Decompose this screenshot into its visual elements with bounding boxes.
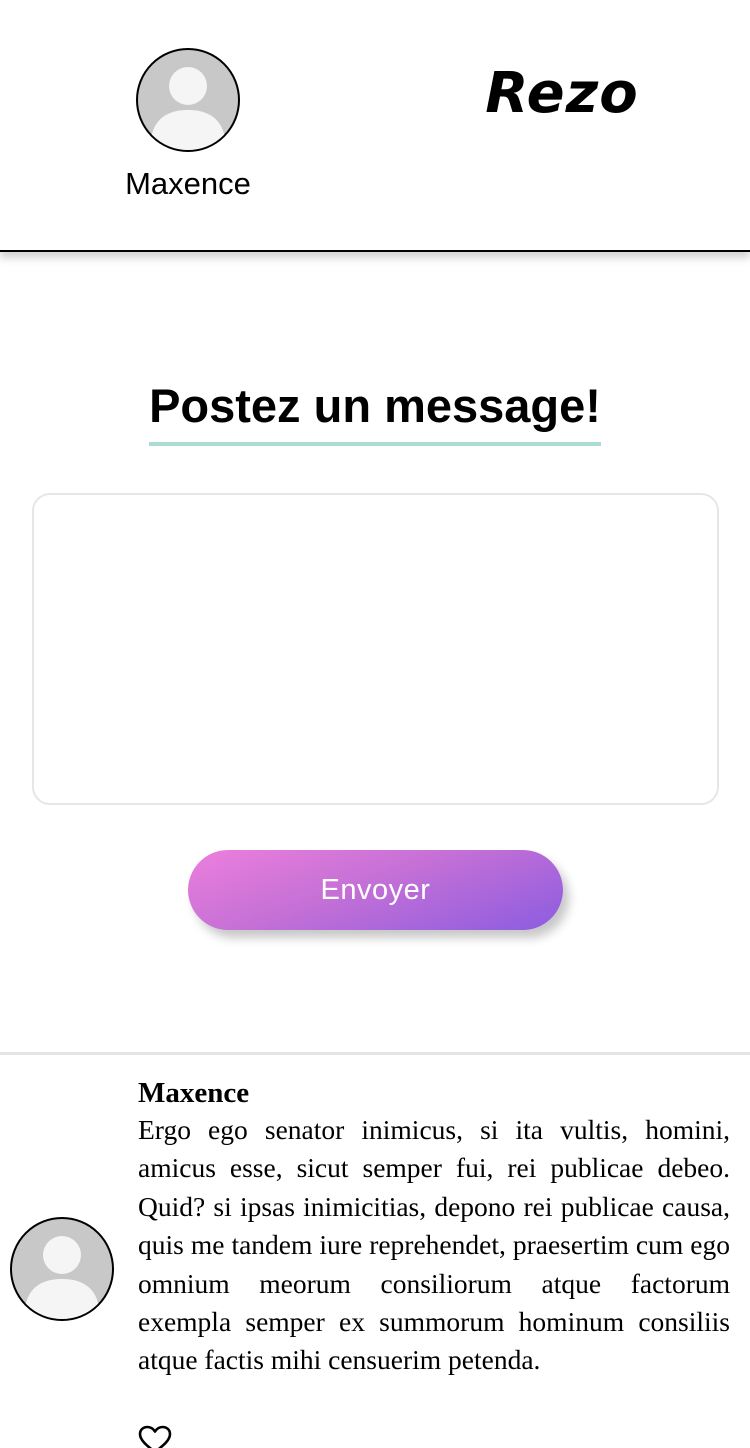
current-user-profile[interactable]: Maxence [108, 48, 268, 204]
user-avatar-icon[interactable] [10, 1217, 114, 1321]
avatar-silhouette [24, 1236, 100, 1319]
compose-title-wrapper: Postez un message! [0, 378, 750, 446]
compose-title: Postez un message! [149, 378, 601, 446]
post-content: Maxence Ergo ego senator inimicus, si it… [138, 1075, 730, 1380]
post-item: Maxence Ergo ego senator inimicus, si it… [0, 1055, 750, 1448]
post-text: Ergo ego senator inimicus, si ita vultis… [138, 1114, 730, 1376]
app-logo: Rezo [485, 61, 639, 126]
current-user-name: Maxence [125, 166, 251, 201]
avatar-silhouette [150, 67, 226, 150]
heart-outline-icon[interactable] [138, 1425, 172, 1448]
message-input[interactable] [32, 493, 719, 805]
user-avatar-icon[interactable] [136, 48, 240, 152]
send-button[interactable]: Envoyer [188, 850, 563, 930]
app-header: Maxence Rezo [0, 0, 750, 252]
post-author[interactable]: Maxence [138, 1075, 730, 1111]
